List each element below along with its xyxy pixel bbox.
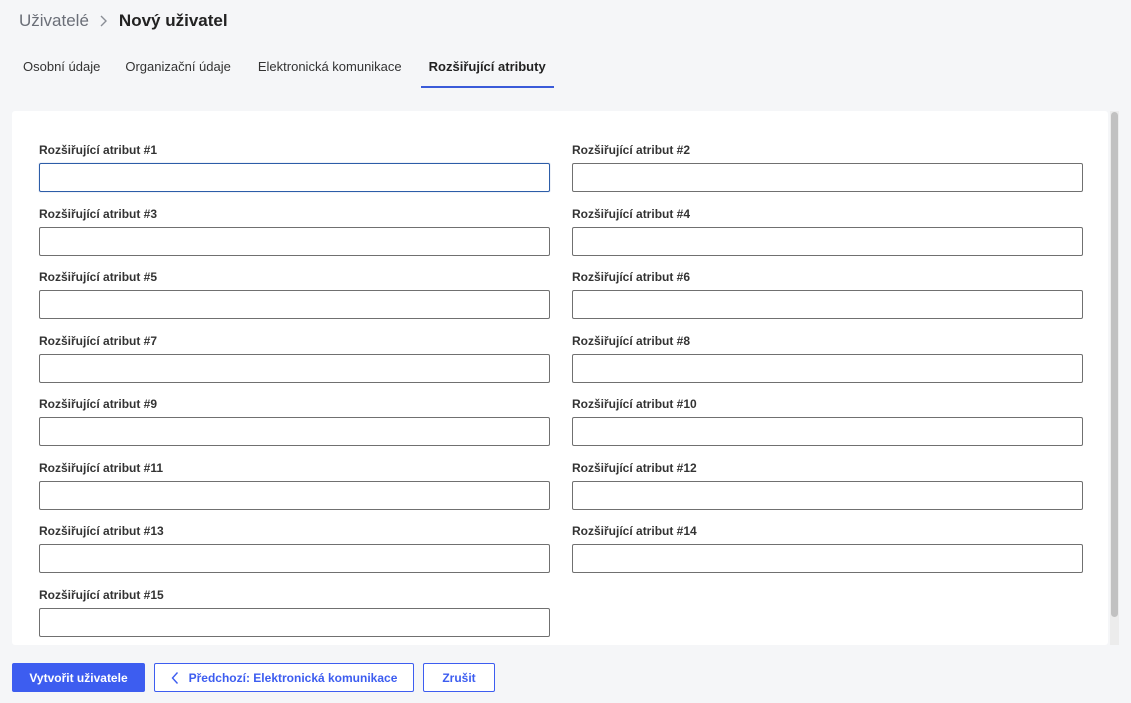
field-label: Rozšiřující atribut #14 [572, 524, 697, 538]
field-attribute-4: Rozšiřující atribut #4 [572, 207, 1083, 256]
tab-label: Organizační údaje [125, 59, 231, 74]
tab-organization-data[interactable]: Organizační údaje [113, 48, 243, 88]
field-label: Rozšiřující atribut #6 [572, 270, 691, 284]
field-label: Rozšiřující atribut #8 [572, 334, 691, 348]
create-user-button[interactable]: Vytvořit uživatele [12, 663, 145, 692]
previous-step-button[interactable]: Předchozí: Elektronická komunikace [154, 663, 414, 692]
chevron-right-icon [97, 14, 111, 28]
field-attribute-5: Rozšiřující atribut #5 [39, 270, 550, 319]
attribute-3-input[interactable] [39, 227, 550, 256]
tab-bar: Osobní údaje Organizační údaje Elektroni… [11, 48, 558, 88]
field-attribute-8: Rozšiřující atribut #8 [572, 334, 1083, 383]
breadcrumb: Uživatelé Nový uživatel [19, 10, 228, 32]
attribute-14-input[interactable] [572, 544, 1083, 573]
field-label: Rozšiřující atribut #5 [39, 270, 158, 284]
tab-electronic-communication[interactable]: Elektronická komunikace [246, 48, 414, 88]
chevron-left-icon [171, 671, 179, 685]
field-label: Rozšiřující atribut #13 [39, 524, 164, 538]
attribute-9-input[interactable] [39, 417, 550, 446]
attribute-10-input[interactable] [572, 417, 1083, 446]
tab-label: Elektronická komunikace [257, 59, 402, 74]
tab-label: Rozšiřující atributy [428, 59, 546, 74]
attribute-1-input[interactable] [39, 163, 550, 192]
field-attribute-2: Rozšiřující atribut #2 [572, 143, 1083, 192]
field-attribute-6: Rozšiřující atribut #6 [572, 270, 1083, 319]
field-attribute-1: Rozšiřující atribut #1 [39, 143, 550, 192]
field-label: Rozšiřující atribut #7 [39, 334, 158, 348]
field-attribute-9: Rozšiřující atribut #9 [39, 397, 550, 446]
tab-personal-data[interactable]: Osobní údaje [11, 48, 112, 88]
field-label: Rozšiřující atribut #10 [572, 397, 697, 411]
field-label: Rozšiřující atribut #11 [39, 461, 164, 475]
field-attribute-7: Rozšiřující atribut #7 [39, 334, 550, 383]
field-label: Rozšiřující atribut #4 [572, 207, 691, 221]
create-user-label: Vytvořit uživatele [29, 670, 128, 685]
field-label: Rozšiřující atribut #1 [39, 143, 158, 157]
field-label: Rozšiřující atribut #12 [572, 461, 697, 475]
field-attribute-13: Rozšiřující atribut #13 [39, 524, 550, 573]
form-panel: Rozšiřující atribut #1 Rozšiřující atrib… [12, 111, 1108, 645]
field-attribute-14: Rozšiřující atribut #14 [572, 524, 1083, 573]
attribute-5-input[interactable] [39, 290, 550, 319]
field-label: Rozšiřující atribut #2 [572, 143, 691, 157]
field-attribute-15: Rozšiřující atribut #15 [39, 588, 550, 637]
breadcrumb-parent-users[interactable]: Uživatelé [19, 11, 89, 31]
attribute-4-input[interactable] [572, 227, 1083, 256]
field-label: Rozšiřující atribut #9 [39, 397, 158, 411]
field-attribute-12: Rozšiřující atribut #12 [572, 461, 1083, 510]
field-attribute-11: Rozšiřující atribut #11 [39, 461, 550, 510]
previous-step-label: Předchozí: Elektronická komunikace [188, 670, 398, 685]
attribute-8-input[interactable] [572, 354, 1083, 383]
attribute-2-input[interactable] [572, 163, 1083, 192]
attribute-15-input[interactable] [39, 608, 550, 637]
attribute-13-input[interactable] [39, 544, 550, 573]
field-attribute-3: Rozšiřující atribut #3 [39, 207, 550, 256]
form-scrollbar[interactable] [1110, 111, 1119, 645]
page-title: Nový uživatel [118, 11, 228, 30]
cancel-label: Zrušit [442, 670, 476, 685]
field-label: Rozšiřující atribut #15 [39, 588, 164, 602]
scrollbar-thumb[interactable] [1111, 112, 1118, 617]
footer-actions: Vytvořit uživatele Předchozí: Elektronic… [12, 663, 495, 692]
attribute-11-input[interactable] [39, 481, 550, 510]
field-attribute-10: Rozšiřující atribut #10 [572, 397, 1083, 446]
cancel-button[interactable]: Zrušit [423, 663, 495, 692]
tab-label: Osobní údaje [23, 59, 101, 74]
field-label: Rozšiřující atribut #3 [39, 207, 158, 221]
attribute-6-input[interactable] [572, 290, 1083, 319]
attribute-7-input[interactable] [39, 354, 550, 383]
tab-extended-attributes[interactable]: Rozšiřující atributy [417, 48, 558, 88]
attribute-12-input[interactable] [572, 481, 1083, 510]
